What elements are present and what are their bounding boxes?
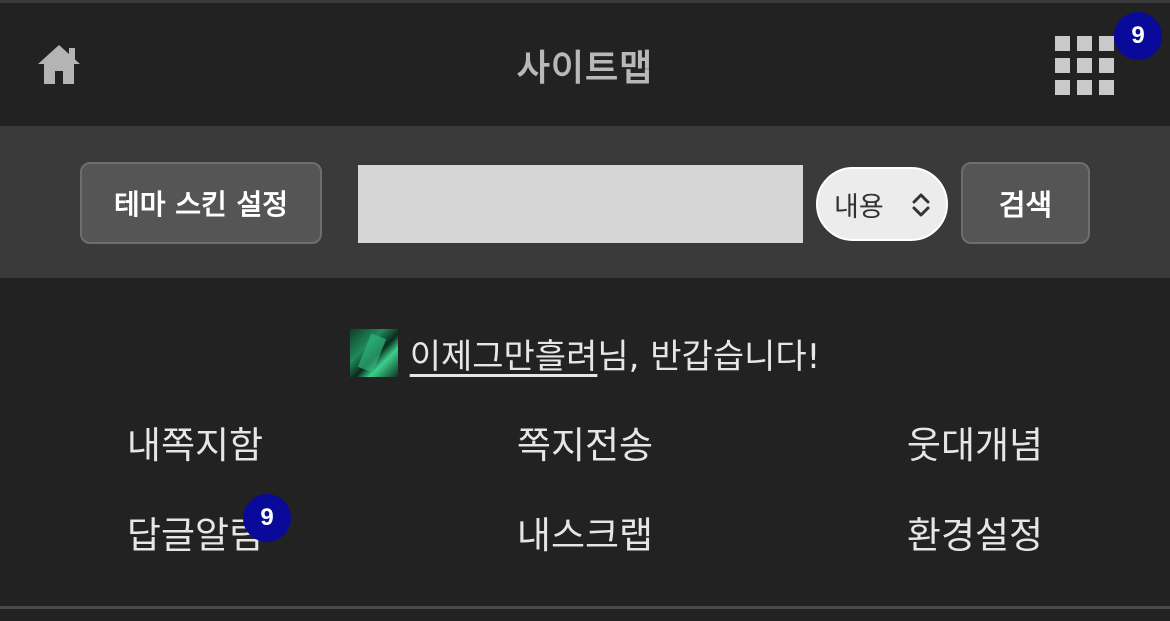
search-scope-value: 내용 xyxy=(834,191,884,223)
grid-cell xyxy=(1055,36,1070,51)
sitemap-page: 사이트맵 9 테마 스킨 설정 내용 검색 이제그만흘려 님, 반갑습니다! 내… xyxy=(0,0,1170,621)
greeting-suffix: 님, 반갑습니다! xyxy=(597,336,821,377)
search-scope-select[interactable]: 내용 xyxy=(816,167,948,241)
theme-skin-settings-button[interactable]: 테마 스킨 설정 xyxy=(80,162,322,244)
greeting: 이제그만흘려 님, 반갑습니다! xyxy=(0,327,1170,379)
apps-menu-button[interactable] xyxy=(1052,33,1118,99)
grid-cell xyxy=(1099,36,1114,51)
divider xyxy=(0,606,1170,609)
grid-cell xyxy=(1077,36,1092,51)
grid-cell xyxy=(1099,58,1114,73)
username-link[interactable]: 이제그만흘려 xyxy=(410,329,598,378)
grid-cell xyxy=(1099,80,1114,95)
grid-cell xyxy=(1077,58,1092,73)
chevron-updown-icon xyxy=(912,193,930,217)
menu-settings[interactable]: 환경설정 xyxy=(780,505,1170,559)
reply-alerts-badge: 9 xyxy=(243,494,291,542)
apps-notification-badge: 9 xyxy=(1114,12,1162,60)
search-bar: 테마 스킨 설정 내용 검색 xyxy=(0,126,1170,278)
menu-my-scrap[interactable]: 내스크랩 xyxy=(390,505,780,559)
grid-cell xyxy=(1077,80,1092,95)
menu-inbox[interactable]: 내쪽지함 xyxy=(0,415,390,469)
header: 사이트맵 9 xyxy=(0,3,1170,123)
menu-reply-alerts[interactable]: 답글알림 xyxy=(0,505,390,559)
page-title: 사이트맵 xyxy=(516,48,654,89)
grid-cell xyxy=(1055,80,1070,95)
menu-send-message[interactable]: 쪽지전송 xyxy=(390,415,780,469)
grid-cell xyxy=(1055,58,1070,73)
avatar xyxy=(349,329,398,377)
menu-humor-concept[interactable]: 웃대개념 xyxy=(780,415,1170,469)
search-input[interactable] xyxy=(358,165,803,243)
search-button[interactable]: 검색 xyxy=(961,162,1090,244)
